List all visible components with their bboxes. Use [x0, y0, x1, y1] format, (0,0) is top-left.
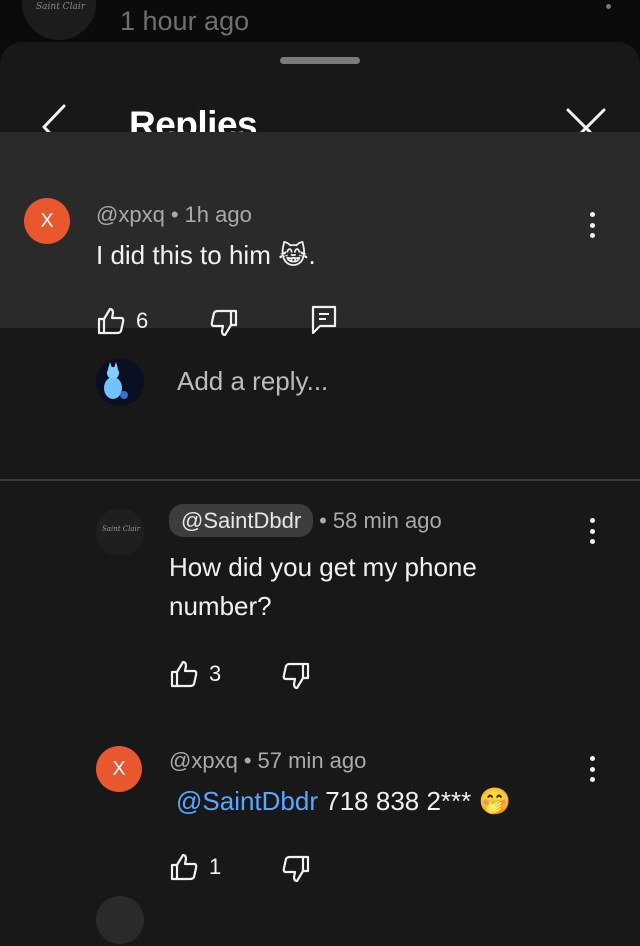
top-comment: X @xpxq • 1h ago I did this to him 😹. 6 [0, 132, 640, 337]
drag-handle[interactable] [280, 57, 360, 64]
meta-separator: • [243, 748, 252, 773]
background-timestamp: 1 hour ago [120, 6, 250, 36]
comment-meta: @xpxq • 1h ago [96, 202, 252, 228]
comment-meta: @xpxq • 57 min ago [169, 748, 366, 774]
next-reply-avatar[interactable] [96, 896, 144, 944]
avatar-letter: X [40, 209, 54, 232]
more-options-icon[interactable] [582, 752, 602, 786]
more-options-icon[interactable] [582, 208, 602, 242]
background-avatar: Saint Clair [22, 0, 96, 40]
comment-handle[interactable]: @xpxq [169, 748, 238, 773]
comment-text: How did you get my phone number? [169, 552, 477, 621]
avatar-signature: Saint Clair [102, 525, 141, 533]
cat-figure-icon [104, 362, 128, 399]
background-more-icon[interactable] [606, 0, 612, 18]
like-button[interactable]: 1 [169, 852, 221, 882]
thumbs-up-icon [170, 660, 198, 688]
reply-input-row: Add a reply... [0, 328, 640, 438]
avatar[interactable]: X [96, 746, 142, 792]
comment-handle-chip[interactable]: @SaintDbdr [169, 504, 314, 537]
comment-time: 1h ago [184, 202, 252, 227]
comment-body: 718 838 2*** [325, 786, 472, 816]
meta-separator: • [170, 202, 179, 227]
thumbs-down-icon [282, 855, 310, 883]
like-count: 1 [209, 854, 222, 879]
dislike-button[interactable] [281, 854, 311, 884]
reply-input[interactable]: Add a reply... [177, 366, 328, 397]
comment-time: 57 min ago [257, 748, 367, 773]
comment-time: 58 min ago [332, 508, 442, 533]
comment-body-end: . [308, 240, 316, 270]
thumbs-up-icon [170, 853, 198, 881]
comment-body: I did this to him [96, 240, 271, 270]
like-count: 3 [209, 661, 222, 686]
my-avatar [96, 358, 144, 406]
avatar[interactable]: Saint Clair [96, 508, 144, 556]
dislike-button[interactable] [281, 661, 311, 691]
hand-over-mouth-emoji: 🤭 [478, 786, 511, 816]
laughing-cat-emoji: 😹 [278, 240, 309, 270]
comment-text: @SaintDbdr 718 838 2*** 🤭 [176, 782, 511, 821]
more-options-icon[interactable] [582, 514, 602, 548]
mention-link[interactable]: @SaintDbdr [176, 786, 318, 816]
comment-handle[interactable]: @xpxq [96, 202, 165, 227]
meta-separator: • [319, 508, 327, 533]
avatar[interactable]: X [24, 198, 70, 244]
reply-divider [0, 479, 640, 481]
background-avatar-signature: Saint Clair [36, 2, 85, 12]
comment-meta: @SaintDbdr • 58 min ago [169, 504, 442, 537]
like-button[interactable]: 3 [169, 659, 221, 689]
thumbs-down-icon [282, 662, 310, 690]
comment-text: I did this to him 😹. [96, 236, 316, 275]
avatar-letter: X [112, 757, 126, 780]
